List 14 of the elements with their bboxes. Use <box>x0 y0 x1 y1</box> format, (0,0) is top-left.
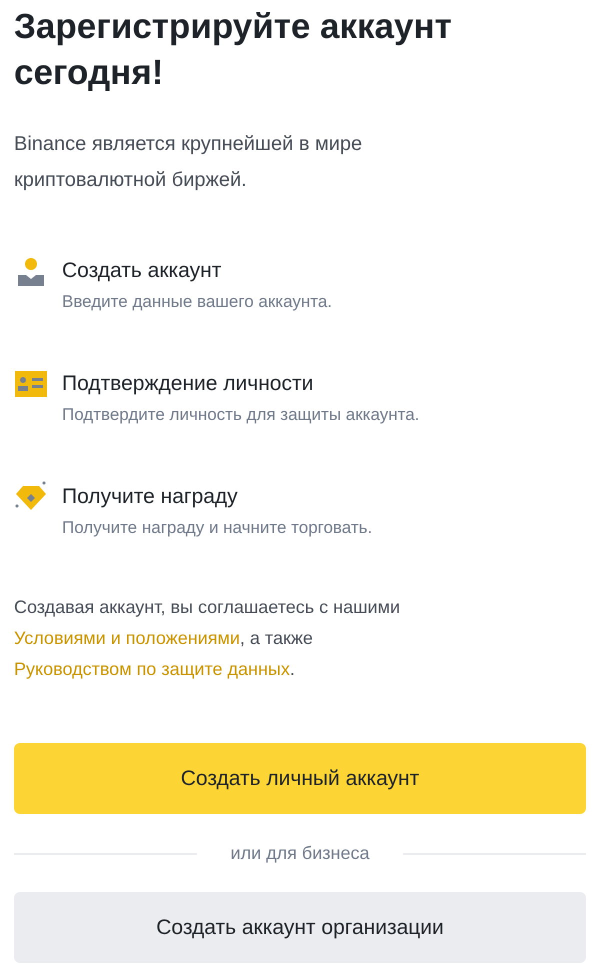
step-description: Получите награду и начните торговать. <box>62 517 372 539</box>
id-card-icon <box>15 371 47 397</box>
step-title: Подтверждение личности <box>62 371 314 397</box>
create-personal-account-button[interactable]: Создать личный аккаунт <box>14 743 586 814</box>
user-icon <box>16 256 46 286</box>
terms-text: Создавая аккаунт, вы соглашаетесь с нашими Условиями и положениями, а также Руководством по защите данных. <box>14 596 402 681</box>
step-description: Подтвердите личность для защиты аккаунта. <box>62 404 420 426</box>
intro-text: Binance является крупнейшей в мире криптовалютной биржей. <box>14 132 364 193</box>
step-title: Создать аккаунт <box>62 258 222 284</box>
step-description: Введите данные вашего аккаунта. <box>62 291 332 313</box>
step-title: Получите награду <box>62 484 239 510</box>
divider-label: или для бизнеса <box>230 842 370 865</box>
create-organization-account-button[interactable]: Создать аккаунт организации <box>14 892 586 963</box>
page-title: Зарегистрируйте аккаунт сегодня! <box>14 6 453 94</box>
